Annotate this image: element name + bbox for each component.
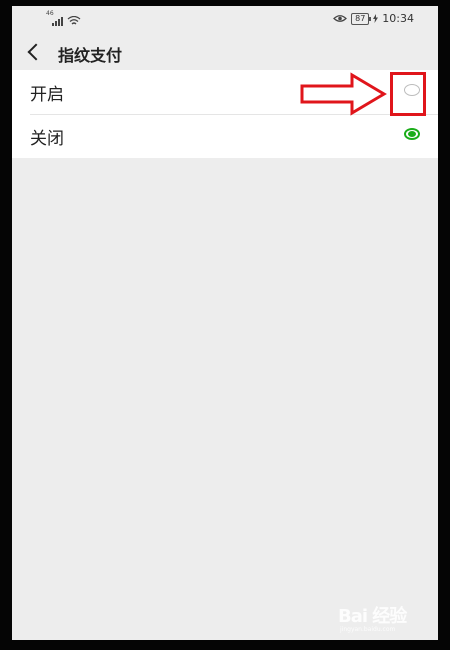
status-time: 10:34 — [382, 12, 414, 25]
status-bar: 46 87 10:34 — [12, 6, 438, 32]
option-disable-label: 关闭 — [30, 128, 64, 149]
chevron-left-icon[interactable] — [27, 43, 45, 61]
option-disable-row[interactable]: 关闭 — [12, 114, 438, 158]
page-title: 指纹支付 — [58, 46, 123, 65]
radio-disable-checked[interactable] — [404, 128, 420, 140]
status-right-group: 87 10:34 — [333, 12, 414, 25]
wifi-icon — [67, 16, 81, 25]
eye-icon — [333, 15, 347, 22]
charging-icon — [373, 14, 379, 23]
status-left-group: 46 — [46, 10, 81, 26]
battery-icon: 87 — [351, 12, 372, 25]
watermark: Bai 经验 jingyan.baidu.com — [330, 594, 430, 634]
signal-icon — [52, 17, 63, 26]
option-enable-label: 开启 — [30, 84, 64, 105]
watermark-text: Bai 经验 — [338, 606, 407, 627]
signal-tag: 46 — [46, 10, 54, 17]
annotation-arrow — [300, 72, 387, 116]
watermark-subtext: jingyan.baidu.com — [340, 626, 396, 633]
phone-screen: 46 87 10:34 指纹支付 开启 关闭 Bai 经验 jingyan.ba… — [12, 6, 438, 640]
annotation-highlight-box — [390, 72, 426, 116]
